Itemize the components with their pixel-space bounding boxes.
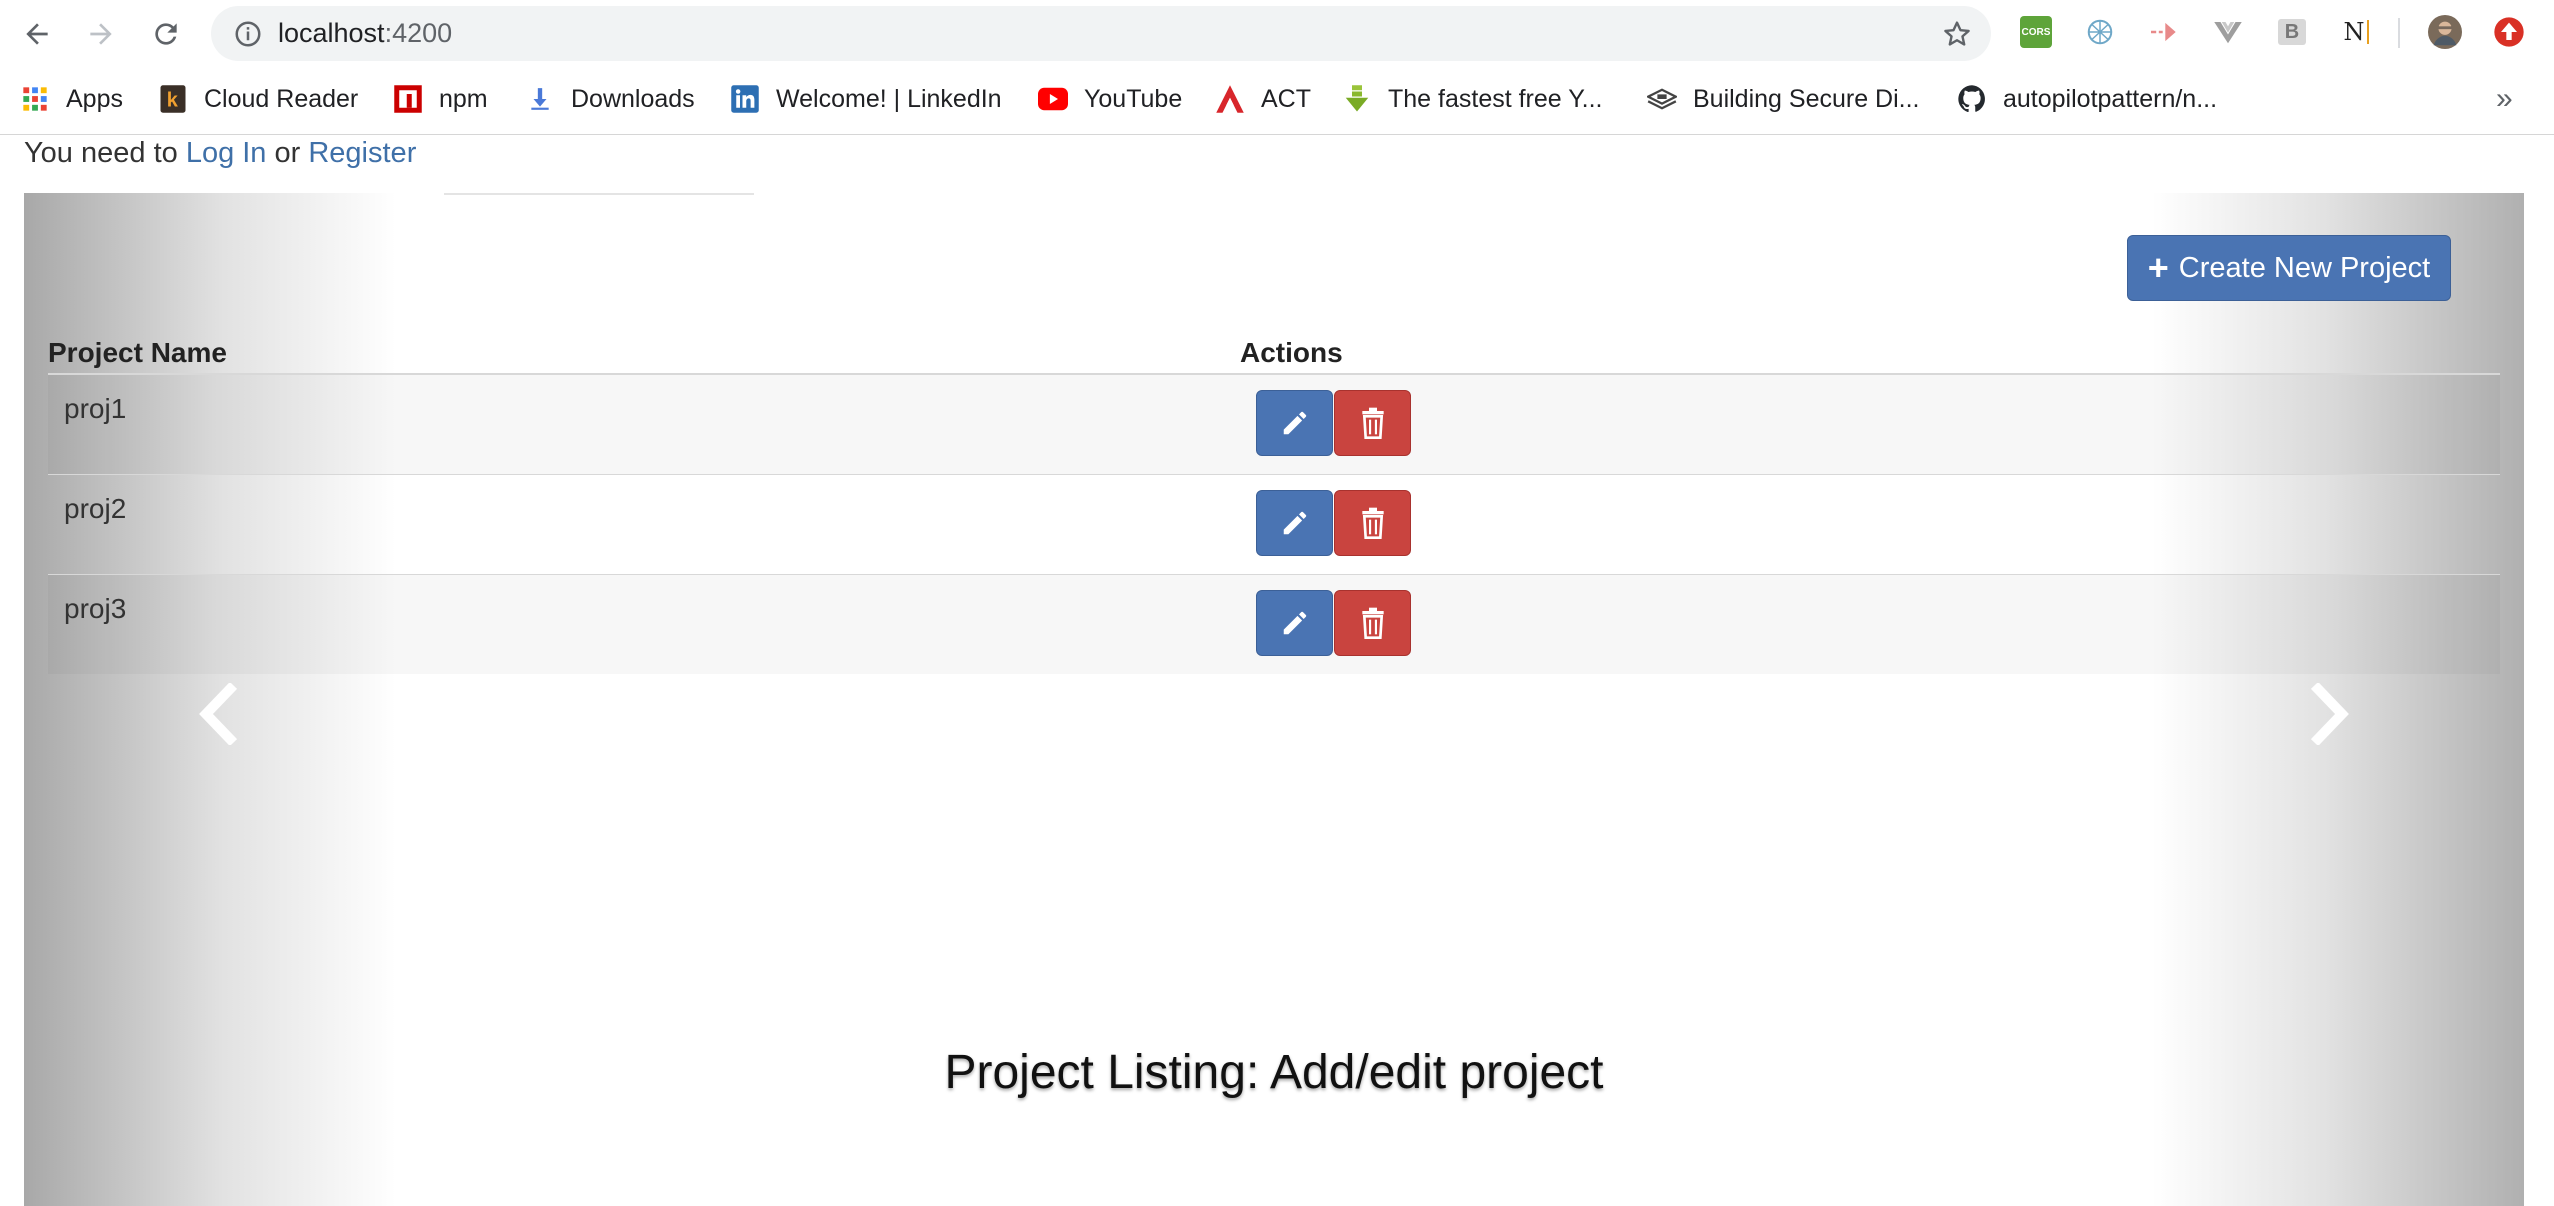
bookmark-label: Building Secure Di... <box>1693 84 1920 113</box>
bookmark-label: Apps <box>66 84 123 113</box>
youtube-icon <box>1038 84 1068 114</box>
reload-icon <box>155 23 177 45</box>
linkedin-icon <box>730 84 760 114</box>
info-icon[interactable] <box>233 19 263 49</box>
url-text: localhost:4200 <box>278 6 452 61</box>
url-host: localhost <box>278 18 385 48</box>
bookmark-label: autopilotpattern/n... <box>2003 84 2218 113</box>
register-link[interactable]: Register <box>308 137 416 169</box>
delete-button[interactable] <box>1334 590 1411 656</box>
bookmark-fastest-free[interactable]: The fastest free Y... <box>1342 80 1602 118</box>
bookmark-npm[interactable]: npm <box>393 80 488 118</box>
act-icon <box>1215 84 1245 114</box>
bookmark-star-icon[interactable] <box>1941 18 1973 50</box>
table-row: proj3 <box>48 575 2500 674</box>
url-port: :4200 <box>384 18 453 48</box>
table-row: proj2 <box>48 475 2500 575</box>
bookmark-building-secure[interactable]: Building Secure Di... <box>1647 80 1920 118</box>
edit-button[interactable] <box>1256 490 1333 556</box>
bookmark-label: npm <box>439 84 488 113</box>
chevron-right-icon <box>2310 681 2349 747</box>
github-icon <box>1957 84 1987 114</box>
create-new-project-button[interactable]: + Create New Project <box>2127 235 2451 301</box>
edit-button[interactable] <box>1256 390 1333 456</box>
chevron-left-icon <box>199 681 238 747</box>
update-icon[interactable] <box>2492 15 2526 49</box>
forward-button[interactable] <box>79 12 123 56</box>
carousel-next-button[interactable] <box>2306 681 2356 750</box>
toolbar-divider <box>2398 18 2400 48</box>
cors-extension-icon[interactable]: CORS <box>2019 15 2053 49</box>
cors-extension-label: CORS <box>2020 16 2052 48</box>
bookmark-label: Welcome! | LinkedIn <box>776 84 1002 113</box>
bookmark-label: ACT <box>1261 84 1311 113</box>
bookmark-downloads[interactable]: Downloads <box>525 80 695 118</box>
trash-icon <box>1361 607 1384 639</box>
carousel-top-line <box>444 193 754 195</box>
login-or-text: or <box>266 137 309 169</box>
column-header-actions: Actions <box>1240 337 1343 368</box>
pencil-icon <box>1283 611 1306 635</box>
bookmark-label: YouTube <box>1084 84 1183 113</box>
plus-icon: + <box>2147 247 2169 288</box>
npm-icon <box>393 84 423 114</box>
network-extension-icon[interactable] <box>2083 15 2117 49</box>
column-header-project-name: Project Name <box>48 337 227 368</box>
forward-arrow-icon <box>90 23 112 45</box>
project-name: proj2 <box>64 493 127 524</box>
bookmark-linkedin[interactable]: Welcome! | LinkedIn <box>730 80 1002 118</box>
bookmark-apps[interactable]: Apps <box>20 80 123 118</box>
table-row: proj1 <box>48 375 2500 475</box>
bookmarks-bar: Apps k Cloud Reader npm Downloads Welcom… <box>0 66 2554 135</box>
pencil-icon <box>1283 511 1306 535</box>
create-button-label: Create New Project <box>2178 251 2431 284</box>
bookmark-autopilotpattern[interactable]: autopilotpattern/n... <box>1957 80 2217 118</box>
n-extension-label: N <box>2343 18 2365 46</box>
login-prefix-text: You need to <box>24 137 186 169</box>
edit-button[interactable] <box>1256 590 1333 656</box>
project-name: proj3 <box>64 593 127 624</box>
bookmark-label: The fastest free Y... <box>1388 84 1603 113</box>
bookmark-youtube[interactable]: YouTube <box>1038 80 1182 118</box>
kindle-icon: k <box>158 84 188 114</box>
bookmark-act[interactable]: ACT <box>1215 80 1311 118</box>
carousel-prev-button[interactable] <box>192 681 242 750</box>
browser-toolbar: localhost:4200 CORS B N <box>0 0 2554 66</box>
project-table: Project Name Actions proj1 proj2 proj3 <box>48 333 2500 674</box>
stack-icon <box>1647 84 1677 114</box>
delete-button[interactable] <box>1334 390 1411 456</box>
vue-devtools-icon[interactable] <box>2211 15 2245 49</box>
download-arrow-icon <box>1342 84 1372 114</box>
project-name: proj1 <box>64 393 127 424</box>
download-icon <box>525 84 555 114</box>
bookmark-label: Downloads <box>571 84 695 113</box>
pencil-icon <box>1283 411 1306 435</box>
overflow-label: » <box>2496 82 2513 115</box>
arrow-extension-icon[interactable] <box>2147 15 2181 49</box>
b-extension-icon[interactable]: B <box>2275 15 2309 49</box>
address-bar[interactable]: localhost:4200 <box>211 6 1991 61</box>
bookmarks-overflow-button[interactable]: » <box>2496 80 2513 118</box>
login-prompt: You need to Log In or Register <box>24 134 416 172</box>
reload-button[interactable] <box>144 12 188 56</box>
delete-button[interactable] <box>1334 490 1411 556</box>
apps-grid-icon <box>20 84 50 114</box>
bookmark-cloud-reader[interactable]: k Cloud Reader <box>158 80 358 118</box>
login-link[interactable]: Log In <box>186 137 267 169</box>
back-button[interactable] <box>15 12 59 56</box>
trash-icon <box>1361 507 1384 539</box>
avatar[interactable] <box>2428 15 2462 49</box>
back-arrow-icon <box>26 23 48 45</box>
carousel-caption: Project Listing: Add/edit project <box>944 1046 1604 1099</box>
bookmark-label: Cloud Reader <box>204 84 359 113</box>
n-extension-icon[interactable]: N <box>2339 15 2373 49</box>
carousel: + Create New Project Project Name Action… <box>24 193 2524 1206</box>
b-extension-label: B <box>2278 19 2306 45</box>
table-header: Project Name Actions <box>48 333 2500 375</box>
n-cursor-mark <box>2366 20 2369 44</box>
svg-text:k: k <box>167 90 179 112</box>
trash-icon <box>1361 407 1384 439</box>
